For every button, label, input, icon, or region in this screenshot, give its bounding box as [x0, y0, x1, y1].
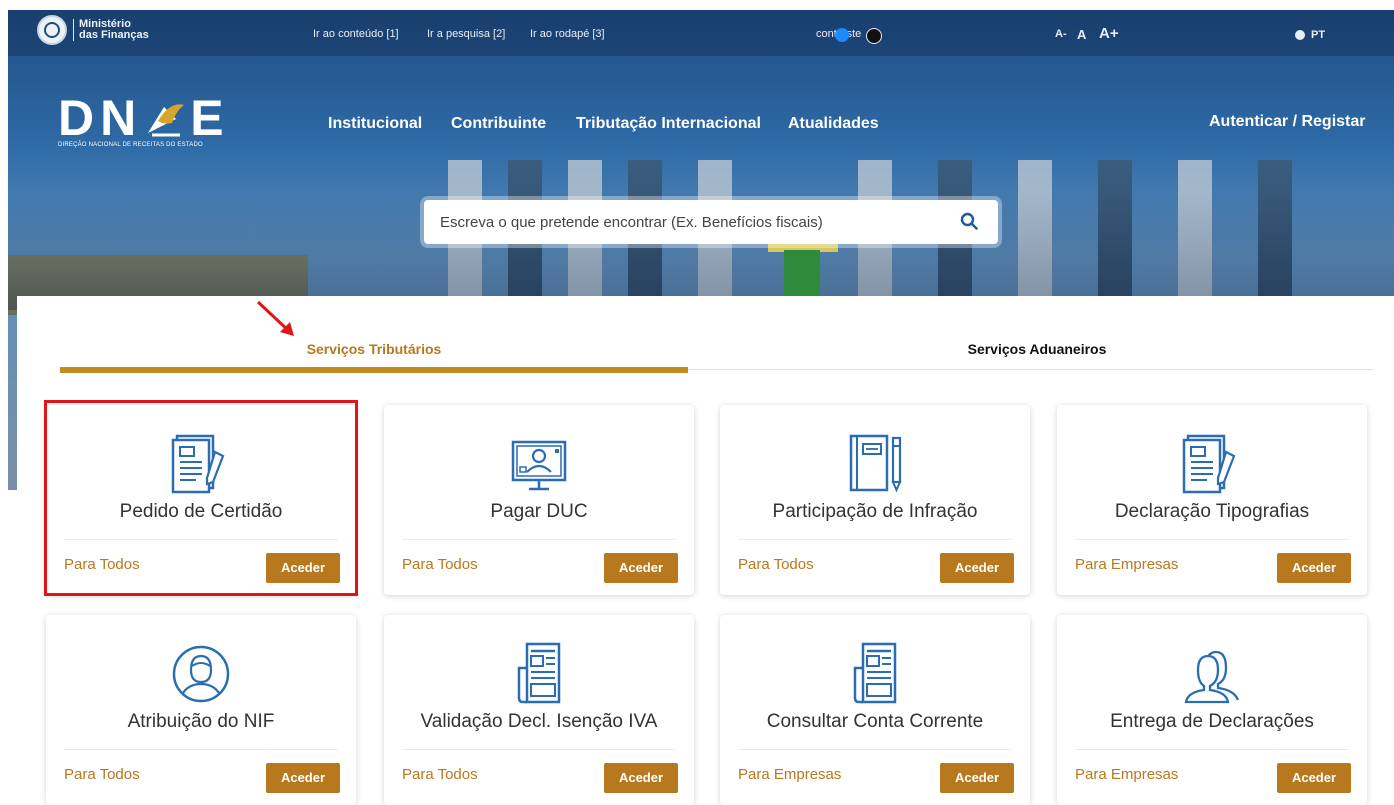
- service-card-entrega-declaracoes[interactable]: Entrega de Declarações Para Empresas Ace…: [1057, 615, 1367, 805]
- ministry-logo[interactable]: Ministério das Finanças: [37, 15, 149, 45]
- logo-text-end: E: [190, 90, 230, 146]
- card-divider: [402, 539, 676, 540]
- ministry-line2: das Finanças: [79, 29, 149, 41]
- skip-to-footer-link[interactable]: Ir ao rodapé [3]: [530, 28, 605, 40]
- aceder-button[interactable]: Aceder: [940, 553, 1014, 583]
- card-title: Participação de Infração: [772, 501, 978, 522]
- aceder-button[interactable]: Aceder: [940, 763, 1014, 793]
- card-divider: [402, 749, 676, 750]
- service-card-validacao-decl-isencao-iva[interactable]: Validação Decl. Isenção IVA Para Todos A…: [384, 615, 694, 805]
- search-input[interactable]: Escreva o que pretende encontrar (Ex. Be…: [440, 214, 823, 231]
- nav-contribuinte[interactable]: Contribuinte: [451, 115, 546, 133]
- language-selector[interactable]: PT: [1295, 29, 1325, 41]
- card-divider: [1075, 749, 1349, 750]
- contrast-blue-toggle[interactable]: [835, 28, 849, 42]
- service-card-participacao-infracao[interactable]: Participação de Infração Para Todos Aced…: [720, 405, 1030, 595]
- tab-servicos-aduaneiros[interactable]: Serviços Aduaneiros: [688, 341, 1386, 357]
- card-audience: Para Todos: [402, 766, 478, 783]
- nav-institucional[interactable]: Institucional: [328, 115, 422, 133]
- card-audience: Para Empresas: [738, 766, 842, 783]
- search-box[interactable]: Escreva o que pretende encontrar (Ex. Be…: [424, 200, 998, 244]
- card-audience: Para Todos: [738, 556, 814, 573]
- globe-icon: [1295, 30, 1305, 40]
- feather-icon: [148, 104, 185, 137]
- card-audience: Para Empresas: [1075, 766, 1179, 783]
- aceder-button[interactable]: Aceder: [604, 553, 678, 583]
- active-tab-indicator: [60, 367, 688, 373]
- skip-to-content-link[interactable]: Ir ao conteúdo [1]: [313, 28, 399, 40]
- user-circle-icon: [172, 645, 230, 703]
- service-card-consultar-conta-corrente[interactable]: Consultar Conta Corrente Para Empresas A…: [720, 615, 1030, 805]
- aceder-button[interactable]: Aceder: [266, 763, 340, 793]
- tab-label: Serviços Tributários: [306, 341, 442, 357]
- aceder-button[interactable]: Aceder: [1277, 763, 1351, 793]
- logo-text: DN: [58, 90, 143, 146]
- card-title: Entrega de Declarações: [1110, 711, 1314, 732]
- card-title: Pagar DUC: [490, 501, 588, 522]
- newspaper-icon: [517, 642, 561, 704]
- card-divider: [738, 539, 1012, 540]
- card-title: Atribuição do NIF: [127, 711, 275, 732]
- document-pen-icon: [1182, 434, 1236, 494]
- card-title: Validação Decl. Isenção IVA: [420, 711, 658, 732]
- font-normal-button[interactable]: A: [1077, 27, 1086, 42]
- skip-to-search-link[interactable]: Ir a pesquisa [2]: [427, 28, 505, 40]
- top-bar: [8, 10, 1394, 56]
- search-icon[interactable]: [960, 212, 978, 230]
- red-highlight-annotation: [44, 400, 358, 596]
- dnre-logo[interactable]: DN E DIREÇÃO NACIONAL DE RECEITAS DO EST…: [58, 90, 230, 148]
- card-divider: [64, 749, 338, 750]
- card-audience: Para Empresas: [1075, 556, 1179, 573]
- card-audience: Para Todos: [402, 556, 478, 573]
- monitor-user-icon: [511, 440, 567, 491]
- font-decrease-button[interactable]: A-: [1055, 28, 1067, 40]
- font-increase-button[interactable]: A+: [1099, 25, 1119, 42]
- card-audience: Para Todos: [64, 766, 140, 783]
- service-card-declaracao-tipografias[interactable]: Declaração Tipografias Para Empresas Ace…: [1057, 405, 1367, 595]
- coat-of-arms-icon: [37, 15, 67, 45]
- nav-atualidades[interactable]: Atualidades: [788, 115, 879, 133]
- contrast-dark-toggle[interactable]: [866, 28, 882, 44]
- card-title: Declaração Tipografias: [1114, 501, 1310, 522]
- newspaper-icon: [853, 642, 897, 704]
- users-icon: [1184, 650, 1240, 704]
- tab-divider: [688, 369, 1374, 370]
- language-label: PT: [1311, 29, 1326, 41]
- notebook-pencil-icon: [849, 434, 902, 493]
- aceder-button[interactable]: Aceder: [1277, 553, 1351, 583]
- nav-tributacao-internacional[interactable]: Tributação Internacional: [576, 115, 761, 133]
- card-divider: [1075, 539, 1349, 540]
- login-register-link[interactable]: Autenticar / Registar: [1209, 113, 1365, 131]
- service-card-atribuicao-nif[interactable]: Atribuição do NIF Para Todos Aceder: [46, 615, 356, 805]
- card-divider: [738, 749, 1012, 750]
- service-card-pagar-duc[interactable]: Pagar DUC Para Todos Aceder: [384, 405, 694, 595]
- aceder-button[interactable]: Aceder: [604, 763, 678, 793]
- card-title: Consultar Conta Corrente: [766, 711, 984, 732]
